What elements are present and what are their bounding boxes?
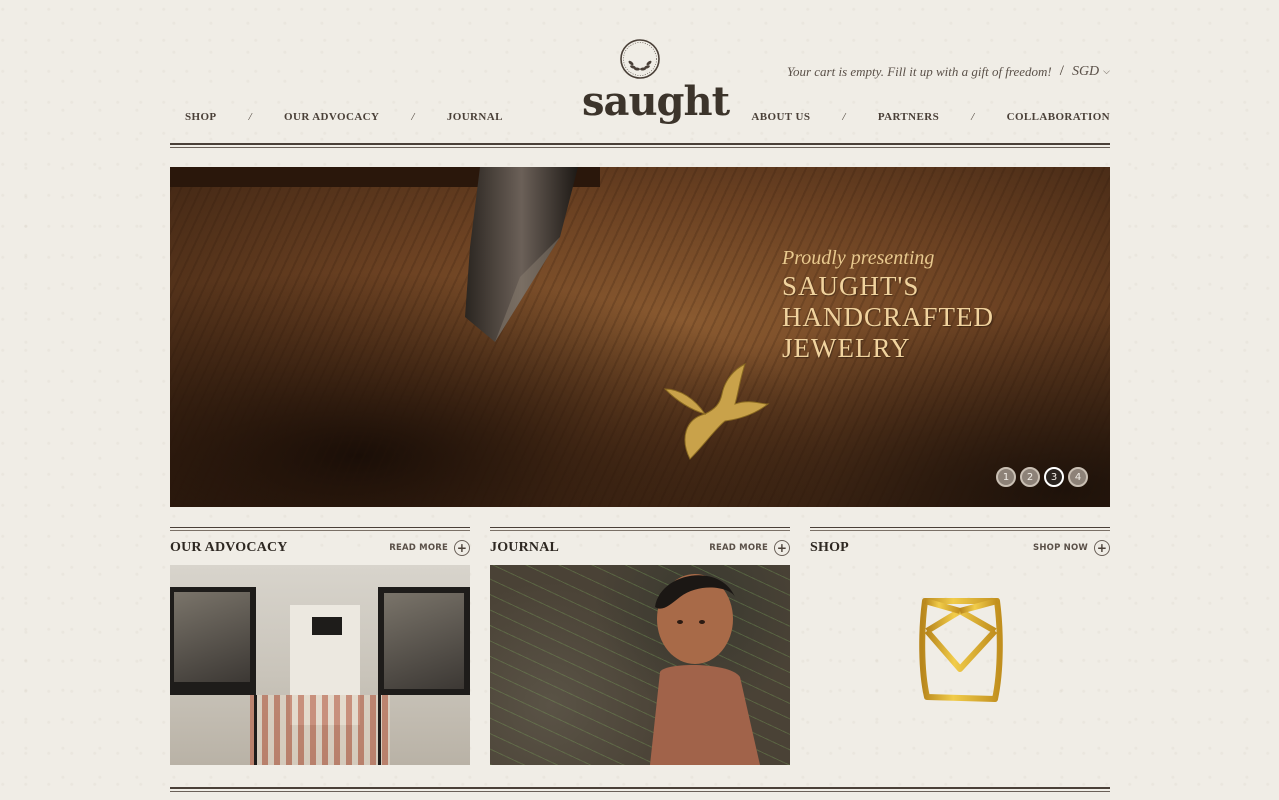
bird-pendant-image xyxy=(663,363,770,460)
shop-product-image[interactable] xyxy=(810,565,1110,765)
plus-circle-icon[interactable]: + xyxy=(454,540,470,556)
nav-our-advocacy[interactable]: OUR ADVOCACY xyxy=(284,111,379,123)
chevron-down-icon[interactable]: ⌵ xyxy=(1103,66,1110,77)
shop-now-label[interactable]: SHOP NOW xyxy=(1033,543,1088,553)
nav-separator: / xyxy=(842,111,846,123)
slide-dot-1[interactable]: 1 xyxy=(996,467,1016,487)
read-more-link[interactable]: READ MORE + xyxy=(709,540,790,556)
cart-divider: / xyxy=(1059,63,1064,79)
wreath-emblem-icon xyxy=(620,39,660,79)
cart-message[interactable]: Your cart is empty. Fill it up with a gi… xyxy=(787,64,1052,80)
main-nav-right: ABOUT US / PARTNERS / COLLABORATION xyxy=(751,111,1110,123)
shop-now-link[interactable]: SHOP NOW + xyxy=(1033,540,1110,556)
section-journal: JOURNAL READ MORE + xyxy=(490,527,790,765)
hero-title-line: JEWELRY xyxy=(782,333,911,363)
main-nav-left: SHOP / OUR ADVOCACY / JOURNAL xyxy=(185,111,503,123)
portrait-photo xyxy=(384,593,464,689)
read-more-link[interactable]: READ MORE + xyxy=(389,540,470,556)
photo-frame xyxy=(312,617,342,635)
section-title[interactable]: JOURNAL xyxy=(490,540,559,556)
read-more-label[interactable]: READ MORE xyxy=(389,543,448,553)
gold-cuff-ring-image xyxy=(919,598,1003,702)
nav-collaboration[interactable]: COLLABORATION xyxy=(1007,111,1110,123)
chisel-image xyxy=(465,167,578,342)
section-shop: SHOP SHOP NOW + xyxy=(810,527,1110,765)
nav-separator: / xyxy=(411,111,415,123)
section-header: SHOP SHOP NOW + xyxy=(810,531,1110,565)
section-header: OUR ADVOCACY READ MORE + xyxy=(170,531,470,565)
hero-title-line: HANDCRAFTED xyxy=(782,302,995,332)
hero-slider[interactable]: Proudly presenting SAUGHT'S HANDCRAFTED … xyxy=(170,167,1110,507)
header-divider xyxy=(170,143,1110,148)
slide-dot-3[interactable]: 3 xyxy=(1044,467,1064,487)
portrait-photo xyxy=(174,592,250,682)
frame-stand xyxy=(378,695,381,765)
section-header: JOURNAL READ MORE + xyxy=(490,531,790,565)
slide-dot-2[interactable]: 2 xyxy=(1020,467,1040,487)
frame-stand xyxy=(254,695,257,765)
nav-about-us[interactable]: ABOUT US xyxy=(751,111,810,123)
currency-selector[interactable]: SGD xyxy=(1072,64,1099,80)
hero-caption: Proudly presenting SAUGHT'S HANDCRAFTED … xyxy=(782,247,994,363)
plus-circle-icon[interactable]: + xyxy=(1094,540,1110,556)
advocacy-image[interactable] xyxy=(170,565,470,765)
slide-pagination: 1 2 3 4 xyxy=(996,467,1088,487)
hero-pre-title: Proudly presenting xyxy=(782,247,935,269)
footer-divider xyxy=(170,787,1110,792)
logo-wordmark: saught xyxy=(582,78,730,125)
child-photo xyxy=(650,574,760,765)
slide-dot-4[interactable]: 4 xyxy=(1068,467,1088,487)
page-container: Your cart is empty. Fill it up with a gi… xyxy=(170,0,1110,800)
logo[interactable]: saught xyxy=(582,38,730,125)
section-title[interactable]: OUR ADVOCACY xyxy=(170,540,288,556)
plus-circle-icon[interactable]: + xyxy=(774,540,790,556)
nav-shop[interactable]: SHOP xyxy=(185,111,217,123)
nav-journal[interactable]: JOURNAL xyxy=(447,111,503,123)
cart-status: Your cart is empty. Fill it up with a gi… xyxy=(787,63,1110,80)
nav-partners[interactable]: PARTNERS xyxy=(878,111,939,123)
nav-separator: / xyxy=(971,111,975,123)
read-more-label[interactable]: READ MORE xyxy=(709,543,768,553)
journal-image[interactable] xyxy=(490,565,790,765)
hero-title-line: SAUGHT'S xyxy=(782,271,920,301)
section-title[interactable]: SHOP xyxy=(810,540,849,556)
section-our-advocacy: OUR ADVOCACY READ MORE + xyxy=(170,527,470,765)
tiled-floor xyxy=(250,695,390,765)
nav-separator: / xyxy=(248,111,253,123)
